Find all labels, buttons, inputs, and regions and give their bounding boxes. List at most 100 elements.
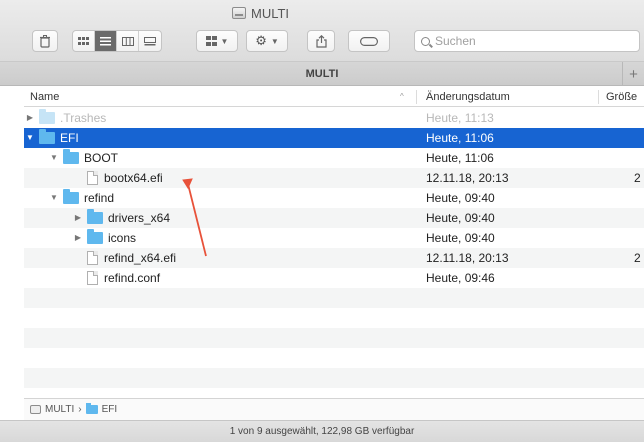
- list-item-name-cell: ▶ .Trashes: [24, 108, 106, 128]
- column-header: Name ^ Änderungsdatum Größe: [24, 87, 644, 107]
- trash-icon: [40, 34, 50, 48]
- list-view-button[interactable]: [95, 31, 117, 51]
- empty-row: [24, 288, 644, 308]
- list-item-name-cell: ▶ drivers_x64: [72, 208, 170, 228]
- delete-button[interactable]: [32, 30, 58, 52]
- path-separator: ›: [78, 404, 82, 415]
- list-item-date: 12.11.18, 20:13: [426, 251, 509, 265]
- toolbar-area: MULTI ▼ ⚙ ▼ Suchen: [0, 0, 644, 62]
- list-item[interactable]: ▼ EFI Heute, 11:06: [24, 128, 644, 148]
- list-item-label: refind: [84, 191, 115, 205]
- icon-view-button[interactable]: [73, 31, 95, 51]
- list-item-date: Heute, 11:06: [426, 151, 494, 165]
- list-item-label: .Trashes: [60, 111, 107, 125]
- list-item-date: Heute, 09:40: [426, 231, 495, 245]
- chevron-down-icon: ▼: [220, 36, 229, 46]
- list-item-date: Heute, 09:46: [426, 271, 495, 285]
- column-divider[interactable]: [598, 90, 599, 104]
- empty-row: [24, 348, 644, 368]
- list-item-label: refind_x64.efi: [104, 251, 177, 265]
- disclosure-triangle-icon[interactable]: ▼: [48, 188, 60, 208]
- list-item[interactable]: ▶ icons Heute, 09:40: [24, 228, 644, 248]
- share-icon: [315, 34, 327, 48]
- folder-icon: [63, 149, 79, 164]
- empty-row: [24, 308, 644, 328]
- drive-icon: [30, 405, 41, 414]
- folder-icon: [39, 129, 55, 144]
- window-title-text: MULTI: [251, 5, 290, 21]
- left-gutter: [0, 87, 24, 420]
- folder-icon: [87, 209, 103, 224]
- search-input[interactable]: [435, 34, 625, 48]
- document-icon: [87, 251, 98, 265]
- list-item-label: refind.conf: [104, 271, 161, 285]
- group-by-button[interactable]: ▼: [196, 30, 238, 52]
- list-item[interactable]: bootx64.efi 12.11.18, 20:13 2: [24, 168, 644, 188]
- gallery-icon: [144, 36, 156, 45]
- edit-tags-button[interactable]: [348, 30, 390, 52]
- column-divider[interactable]: [416, 90, 417, 104]
- grid-icon: [78, 36, 89, 45]
- status-bar: 1 von 9 ausgewählt, 122,98 GB verfügbar: [0, 420, 644, 442]
- sort-chevron-icon: ^: [400, 92, 404, 101]
- list-item-name-cell: ▼ refind: [48, 188, 114, 208]
- folder-icon: [63, 189, 79, 204]
- path-bar: MULTI › EFI: [24, 398, 644, 420]
- chevron-down-icon: ▼: [270, 36, 279, 46]
- disclosure-triangle-icon[interactable]: ▶: [24, 108, 36, 128]
- folder-icon: [85, 403, 98, 414]
- list-item[interactable]: ▶ .Trashes Heute, 11:13: [24, 108, 644, 128]
- tab-multi[interactable]: MULTI: [306, 68, 339, 80]
- columns-icon: [121, 36, 134, 46]
- column-header-name[interactable]: Name: [30, 87, 59, 107]
- share-button[interactable]: [307, 30, 335, 52]
- list-item-date: Heute, 09:40: [426, 191, 495, 205]
- drive-icon: [232, 7, 246, 19]
- list-item-label: icons: [108, 231, 137, 245]
- folder-icon: [87, 229, 103, 244]
- empty-row: [24, 368, 644, 388]
- list-item-date: Heute, 11:13: [426, 111, 494, 125]
- list-item-label: drivers_x64: [108, 211, 171, 225]
- list-item-size: 2: [634, 251, 641, 265]
- list-item-date: 12.11.18, 20:13: [426, 171, 509, 185]
- list-item[interactable]: ▼ BOOT Heute, 11:06: [24, 148, 644, 168]
- view-mode-segmented-control: [72, 30, 162, 52]
- disclosure-triangle-icon[interactable]: ▼: [48, 148, 60, 168]
- list-item-date: Heute, 11:06: [426, 131, 494, 145]
- list-item-name-cell: refind.conf: [72, 268, 160, 288]
- disclosure-triangle-icon[interactable]: ▶: [72, 228, 84, 248]
- action-menu-button[interactable]: ⚙ ▼: [246, 30, 288, 52]
- path-folder[interactable]: EFI: [102, 404, 118, 415]
- group-grid-icon: [205, 36, 217, 46]
- empty-row: [24, 328, 644, 348]
- list-icon: [100, 36, 111, 45]
- status-text: 1 von 9 ausgewählt, 122,98 GB verfügbar: [229, 426, 415, 437]
- list-item[interactable]: refind.conf Heute, 09:46: [24, 268, 644, 288]
- column-view-button[interactable]: [117, 31, 139, 51]
- list-item[interactable]: refind_x64.efi 12.11.18, 20:13 2: [24, 248, 644, 268]
- path-volume[interactable]: MULTI: [45, 404, 74, 415]
- list-item-size: 2: [634, 171, 641, 185]
- list-item[interactable]: ▶ drivers_x64 Heute, 09:40: [24, 208, 644, 228]
- document-icon: [87, 171, 98, 185]
- list-item-label: BOOT: [84, 151, 119, 165]
- disclosure-triangle-icon[interactable]: ▶: [72, 208, 84, 228]
- list-item-label: bootx64.efi: [104, 171, 163, 185]
- search-icon: [421, 36, 430, 46]
- list-item-name-cell: ▶ icons: [72, 228, 136, 248]
- file-list: ▶ .Trashes Heute, 11:13 ▼ EFI Heute, 11:06 ▼ BO…: [24, 108, 644, 388]
- new-tab-button[interactable]: +: [622, 62, 644, 86]
- list-item-label: EFI: [60, 131, 79, 145]
- search-field[interactable]: [414, 30, 640, 52]
- column-header-size[interactable]: Größe: [606, 87, 637, 107]
- list-item[interactable]: ▼ refind Heute, 09:40: [24, 188, 644, 208]
- gallery-view-button[interactable]: [139, 31, 161, 51]
- window-title: MULTI: [232, 4, 289, 22]
- disclosure-triangle-icon[interactable]: ▼: [24, 128, 36, 148]
- column-header-date[interactable]: Änderungsdatum: [426, 87, 510, 107]
- tab-bar: MULTI +: [0, 62, 644, 86]
- document-icon: [87, 271, 98, 285]
- folder-icon: [39, 109, 55, 124]
- list-item-name-cell: bootx64.efi: [72, 168, 163, 188]
